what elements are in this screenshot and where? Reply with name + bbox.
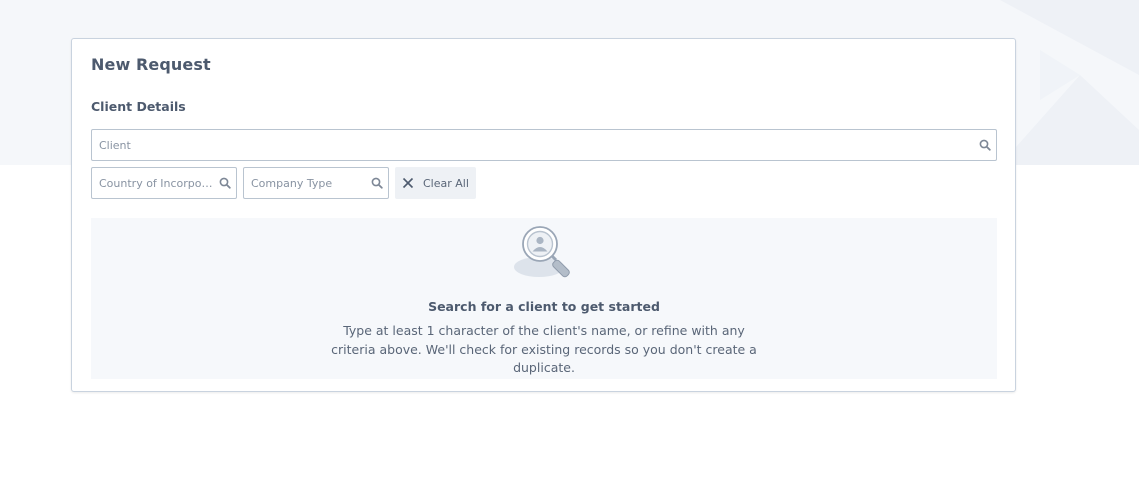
- country-of-incorporation-filter[interactable]: Country of Incorporation: [91, 167, 237, 199]
- empty-state-description: Type at least 1 character of the client'…: [331, 323, 757, 375]
- company-type-input[interactable]: Company Type: [244, 177, 366, 190]
- page-title: New Request: [91, 55, 211, 74]
- client-search-input[interactable]: Client: [92, 139, 974, 152]
- country-of-incorporation-input[interactable]: Country of Incorporation: [92, 177, 214, 190]
- new-request-card: New Request Client Details Client Countr…: [71, 38, 1016, 392]
- search-icon[interactable]: [214, 168, 236, 198]
- close-icon: [402, 177, 414, 189]
- empty-state-heading: Search for a client to get started: [428, 299, 660, 314]
- search-icon[interactable]: [366, 168, 388, 198]
- search-icon[interactable]: [974, 130, 996, 160]
- client-search-field[interactable]: Client: [91, 129, 997, 161]
- clear-all-button[interactable]: Clear All: [395, 167, 476, 199]
- company-type-filter[interactable]: Company Type: [243, 167, 389, 199]
- client-details-heading: Client Details: [91, 99, 186, 114]
- clear-all-label: Clear All: [423, 176, 469, 190]
- empty-state-panel: Search for a client to get started Type …: [91, 218, 997, 379]
- magnifier-user-icon: [514, 226, 570, 278]
